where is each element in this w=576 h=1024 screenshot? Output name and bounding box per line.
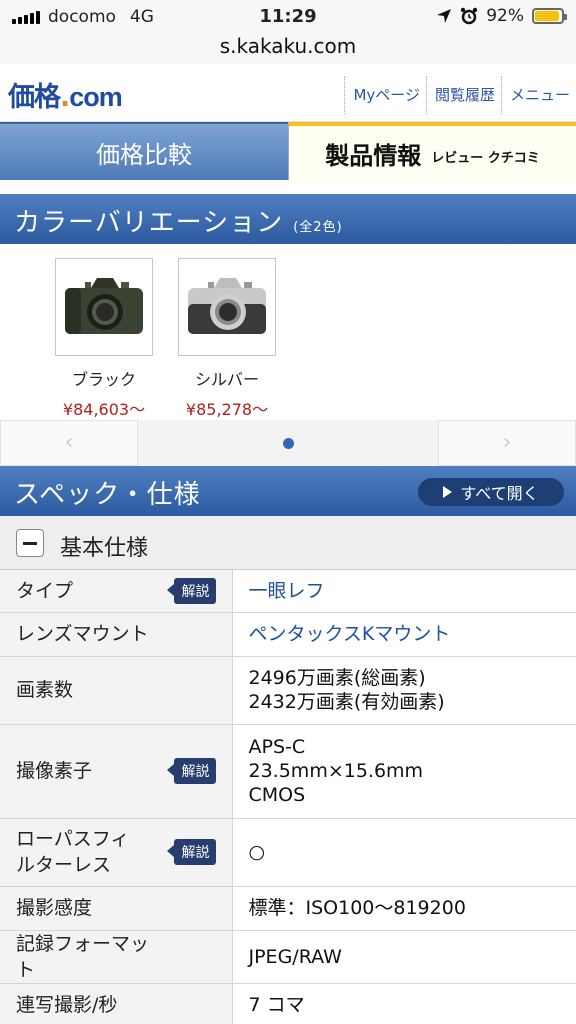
color-label: シルバー [194,370,259,389]
tab-product-info-sub: レビュー クチコミ [431,150,540,166]
spec-value-link[interactable]: ペンタックスKマウント [232,612,576,657]
camera-black-icon [65,278,143,334]
open-all-label: すべて開く [460,484,539,503]
spec-value: ○ [232,818,576,887]
spec-key: 連写撮影/秒 [0,983,233,1024]
table-row: 連写撮影/秒 7 コマ [0,983,576,1024]
spec-value: 標準：ISO100〜819200 [232,886,576,931]
spec-key: 画素数 [0,656,233,725]
spec-key-text: 記録フォーマット [16,932,150,981]
explain-badge[interactable]: 解説 [166,758,216,784]
spec-key: ローパスフィ ルターレス 解説 [0,818,233,887]
alarm-clock-icon [461,7,478,25]
play-triangle-icon [443,486,453,498]
open-all-button[interactable]: すべて開く [418,478,564,506]
collapse-minus-icon[interactable] [16,529,44,557]
spec-value: 2496万画素(総画素) 2432万画素(有効画素) [232,656,576,725]
status-right: 92% [436,6,567,26]
header-links: Myページ 閲覧履歴 メニュー [344,76,576,114]
color-price[interactable]: ¥84,603〜 [54,396,154,420]
spec-value-line: 23.5mm×15.6mm [248,760,424,782]
tab-price-compare[interactable]: 価格比較 [0,122,288,180]
explain-badge[interactable]: 解説 [166,577,216,604]
spec-key: タイプ 解説 [0,570,233,613]
spec-value-line: CMOS [248,784,306,806]
status-bar: docomo 4G 11:29 92% [0,0,576,34]
camera-black-image[interactable] [55,258,153,356]
tab-price-compare-label: 価格比較 [96,140,192,169]
divider [0,180,576,194]
battery-level [535,11,559,21]
table-row: 撮像素子 解説 APS-C 23.5mm×15.6mm CMOS [0,724,576,819]
chevron-left-icon: ‹ [64,430,74,455]
carousel-next-button[interactable]: › [438,420,576,466]
tab-product-info-label: 製品情報 [325,141,422,170]
menu-link[interactable]: メニュー [500,76,576,114]
spec-key: 撮像素子 解説 [0,724,233,819]
table-row: 記録フォーマット JPEG/RAW [0,930,576,984]
spec-value: 7 コマ [232,983,576,1024]
mypage-link[interactable]: Myページ [344,76,426,114]
color-item-silver[interactable]: シルバー ¥85,278〜 [177,258,277,420]
battery-percent: 92% [486,6,524,26]
color-price[interactable]: ¥85,278〜 [177,396,277,420]
chevron-right-icon: › [502,430,512,455]
tab-product-info[interactable]: 製品情報 レビュー クチコミ [288,122,576,180]
location-arrow-icon [437,9,452,23]
basic-spec-title: 基本仕様 [60,536,149,561]
logo-dot: . [60,82,70,113]
camera-silver-icon [188,278,266,334]
battery-icon [532,8,567,24]
spec-key: 撮影感度 [0,886,233,931]
spec-key-line: ローパスフィ [16,828,130,850]
spec-value: JPEG/RAW [232,930,576,984]
site-logo[interactable]: 価格.com [8,82,123,113]
logo-text: 価格 [8,82,61,113]
spec-key-text: 撮影感度 [16,897,93,919]
spec-key: 記録フォーマット [0,930,233,984]
color-label: ブラック [71,370,136,389]
spec-value-line: 2432万画素(有効画素) [248,691,445,713]
spec-title: スペック・仕様 [14,480,201,510]
color-variation-title-text: カラーバリエーション [14,208,284,238]
color-variation-heading: カラーバリエーション (全2色) [0,194,576,244]
explain-badge[interactable]: 解説 [166,839,216,865]
carousel-nav: ‹ › [0,420,576,466]
table-row: 撮影感度 標準：ISO100〜819200 [0,886,576,931]
camera-silver-image[interactable] [178,258,276,356]
spec-heading: スペック・仕様 すべて開く [0,466,576,516]
spec-value-line: APS-C [248,736,306,758]
history-link[interactable]: 閲覧履歴 [425,76,501,114]
site-header: 価格.com Myページ 閲覧履歴 メニュー [0,64,576,122]
spec-key-text: 画素数 [16,679,74,701]
color-item-black[interactable]: ブラック ¥84,603〜 [54,258,154,420]
spec-key-text: 連写撮影/秒 [16,994,118,1016]
color-variations: ブラック ¥84,603〜 シルバー ¥85,278〜 ‹ › [0,244,576,466]
spec-key: レンズマウント [0,612,233,657]
tab-row: 価格比較 製品情報 レビュー クチコミ [0,122,576,180]
basic-spec-header[interactable]: 基本仕様 [0,516,576,570]
logo-com: com [69,82,123,112]
spec-key-line: ルターレス [16,854,112,876]
spec-table: タイプ 解説 一眼レフ レンズマウント ペンタックスKマウント 画素数 2496… [0,570,576,1024]
spec-value: APS-C 23.5mm×15.6mm CMOS [232,724,576,819]
color-variation-title: カラーバリエーション (全2色) [14,202,343,239]
color-count: (全2色) [293,220,343,235]
carousel-page-indicator[interactable] [283,438,294,449]
table-row: タイプ 解説 一眼レフ [0,570,576,613]
url-bar[interactable]: s.kakaku.com [0,34,576,64]
carousel-prev-button[interactable]: ‹ [0,420,138,466]
table-row: レンズマウント ペンタックスKマウント [0,612,576,657]
table-row: ローパスフィ ルターレス 解説 ○ [0,818,576,887]
spec-key-text: レンズマウント [16,623,149,645]
table-row: 画素数 2496万画素(総画素) 2432万画素(有効画素) [0,656,576,725]
spec-value-line: 2496万画素(総画素) [248,667,426,689]
spec-value-link[interactable]: 一眼レフ [232,570,576,613]
